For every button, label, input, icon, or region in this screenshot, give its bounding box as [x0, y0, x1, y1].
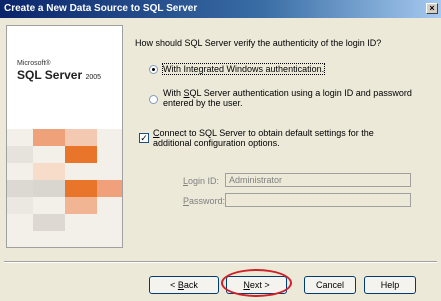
branding-panel: Microsoft® SQL Server 2005: [6, 25, 123, 248]
question-text: How should SQL Server verify the authent…: [135, 38, 382, 48]
cancel-button[interactable]: Cancel: [304, 276, 356, 294]
login-id-input[interactable]: Administrator: [225, 173, 411, 187]
help-button[interactable]: Help: [364, 276, 416, 294]
close-button[interactable]: ×: [426, 3, 438, 14]
product-name: SQL Server: [17, 68, 83, 82]
window-title: Create a New Data Source to SQL Server: [4, 3, 198, 14]
password-label: Password:: [183, 196, 226, 206]
windows-auth-radio[interactable]: [149, 65, 158, 74]
back-button[interactable]: < Back: [149, 276, 219, 294]
sql-auth-label[interactable]: With SQL Server authentication using a l…: [163, 88, 412, 108]
microsoft-label: Microsoft®: [17, 60, 51, 67]
connect-label[interactable]: Connect to SQL Server to obtain default …: [153, 128, 374, 148]
windows-auth-label[interactable]: With Integrated Windows authentication.: [161, 63, 326, 75]
sql-server-logo: SQL Server 2005: [17, 68, 101, 82]
title-bar: Create a New Data Source to SQL Server ×: [0, 0, 441, 18]
login-id-label: Login ID:: [183, 176, 220, 186]
close-icon: ×: [429, 3, 435, 13]
sql-auth-radio[interactable]: [149, 95, 158, 104]
checkmark-icon: ✓: [140, 133, 148, 143]
next-button[interactable]: Next >: [226, 276, 287, 294]
password-input[interactable]: [225, 193, 411, 207]
footer-separator: [4, 261, 437, 263]
decorative-blocks: [7, 129, 122, 247]
product-year: 2005: [85, 74, 102, 81]
connect-checkbox[interactable]: ✓: [139, 133, 149, 143]
